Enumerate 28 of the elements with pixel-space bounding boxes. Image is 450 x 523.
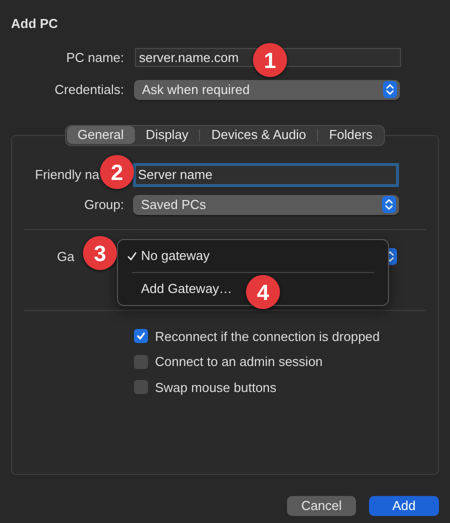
- checkbox-label: Connect to an admin session: [155, 353, 323, 371]
- field-label: Friendly na: [35, 166, 100, 182]
- callout-badge: 1: [253, 43, 287, 77]
- checkmark-icon: [136, 331, 146, 342]
- field-label: PC name:: [66, 49, 124, 67]
- checkbox[interactable]: [134, 380, 148, 394]
- tab[interactable]: Folders: [318, 126, 384, 144]
- stepper-icon: [382, 196, 396, 213]
- field-label: Ga: [57, 248, 74, 264]
- add-button[interactable]: Add: [369, 496, 439, 516]
- menu-item[interactable]: Add Gateway…: [118, 272, 236, 304]
- stepper-icon: [383, 81, 397, 98]
- group-select[interactable]: Saved PCs: [133, 194, 399, 214]
- check-icon: [127, 250, 137, 260]
- cancel-button[interactable]: Cancel: [287, 496, 356, 516]
- friendly-name-field[interactable]: Server name: [133, 162, 399, 186]
- menu-item[interactable]: No gateway: [118, 240, 214, 272]
- checkbox-label: Swap mouse buttons: [155, 378, 276, 397]
- tab[interactable]: Devices & Audio: [200, 126, 318, 144]
- field-label: Group:: [84, 196, 124, 214]
- tab[interactable]: General: [66, 126, 135, 144]
- credentials-select[interactable]: Ask when required: [134, 80, 400, 100]
- checkbox[interactable]: [134, 329, 148, 344]
- checkbox-label: Reconnect if the connection is dropped: [155, 328, 380, 346]
- window-title: Add PC: [11, 16, 58, 32]
- checkbox[interactable]: [134, 354, 148, 369]
- field-label: Credentials:: [54, 80, 124, 99]
- tab[interactable]: Display: [134, 126, 200, 144]
